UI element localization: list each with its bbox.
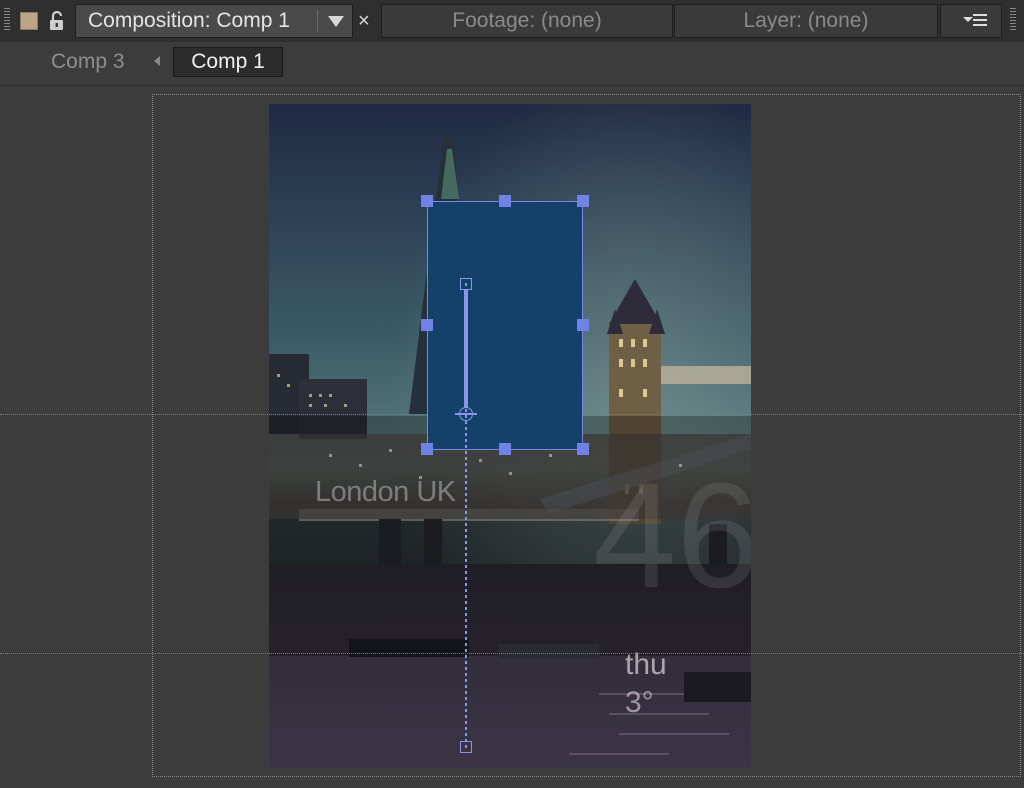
panel-grip-right-icon[interactable] xyxy=(1010,8,1016,32)
transform-handle-top-center[interactable] xyxy=(499,195,511,207)
overlay-low-temperature-text: 3° xyxy=(625,686,654,719)
motion-path-segment xyxy=(464,290,468,408)
tab-footage[interactable]: Footage: (none) xyxy=(381,4,673,38)
tab-layer[interactable]: Layer: (none) xyxy=(674,4,938,38)
tab-separator xyxy=(317,10,318,32)
viewer-tab-bar: Composition: Comp 1 × Footage: (none) La… xyxy=(0,0,1024,42)
transform-handle-bottom-center[interactable] xyxy=(499,443,511,455)
motion-path-keyframe-top[interactable] xyxy=(460,278,472,290)
panel-grip-icon[interactable] xyxy=(4,8,10,32)
tab-footage-label: Footage: (none) xyxy=(452,9,602,32)
breadcrumb-comp-3[interactable]: Comp 3 xyxy=(51,50,125,74)
breadcrumb-comp-1[interactable]: Comp 1 xyxy=(173,47,283,77)
lock-icon[interactable] xyxy=(46,10,68,32)
panel-menu-icon xyxy=(973,14,987,26)
overlay-temperature-text: 46 xyxy=(593,451,751,619)
anchor-point-icon[interactable] xyxy=(455,407,477,421)
panel-menu-arrow-icon xyxy=(963,17,973,22)
close-icon[interactable]: × xyxy=(358,10,370,33)
tab-composition-label: Composition: Comp 1 xyxy=(88,9,290,32)
tab-layer-label: Layer: (none) xyxy=(743,9,869,32)
transform-handle-top-left[interactable] xyxy=(421,195,433,207)
transform-handle-top-right[interactable] xyxy=(577,195,589,207)
breadcrumb-arrow-icon xyxy=(154,56,160,66)
breadcrumb: Comp 3 Comp 1 xyxy=(0,42,1024,86)
composition-viewer[interactable]: London UK 46 thu 3° xyxy=(0,87,1024,788)
transform-handle-middle-right[interactable] xyxy=(577,319,589,331)
transform-handle-bottom-left[interactable] xyxy=(421,443,433,455)
dropdown-arrow-icon[interactable] xyxy=(328,16,344,27)
horizontal-guide-bottom[interactable] xyxy=(0,653,1024,654)
motion-path-keyframe-bottom[interactable] xyxy=(460,741,472,753)
selected-shape-layer[interactable] xyxy=(427,201,583,450)
tab-composition[interactable]: Composition: Comp 1 xyxy=(75,4,353,38)
transform-handle-middle-left[interactable] xyxy=(421,319,433,331)
overlay-city-text: London UK xyxy=(315,476,456,508)
label-color-swatch[interactable] xyxy=(20,12,38,30)
panel-menu-button[interactable] xyxy=(940,4,1002,38)
transform-handle-bottom-right[interactable] xyxy=(577,443,589,455)
